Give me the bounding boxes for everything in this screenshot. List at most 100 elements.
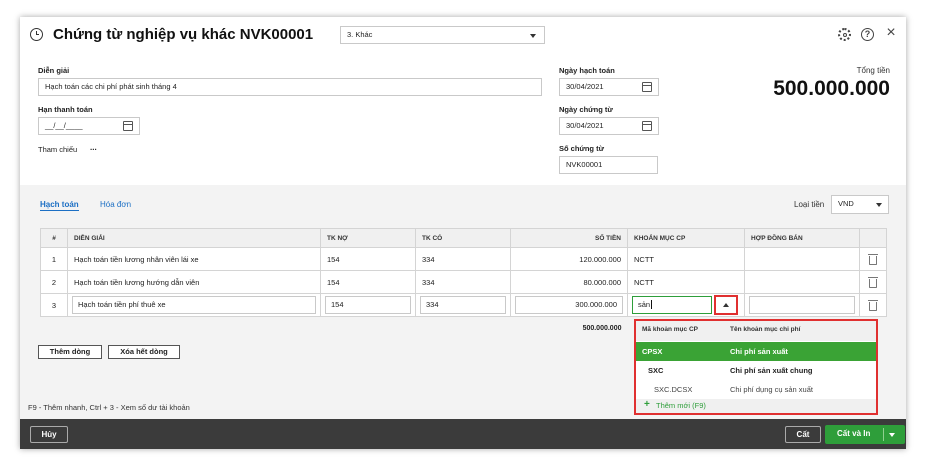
ngay-chung-tu-input[interactable]: 30/04/2021	[559, 117, 659, 135]
tab-hoa-don[interactable]: Hóa đơn	[100, 200, 131, 209]
dien-giai-label: Diễn giải	[38, 66, 70, 75]
row-hop-dong[interactable]	[744, 247, 860, 271]
history-icon[interactable]	[30, 28, 43, 41]
so-chung-tu-input[interactable]: NVK00001	[559, 156, 658, 174]
khoan-muc-typed-value: sản	[638, 300, 651, 309]
currency-select[interactable]: VND	[831, 195, 889, 214]
ngay-hach-toan-value: 30/04/2021	[566, 82, 604, 91]
chevron-up-icon	[723, 303, 729, 307]
row-number: 3	[40, 293, 68, 317]
save-button[interactable]: Cất	[785, 426, 821, 443]
dien-giai-input[interactable]: Hạch toán các chi phí phát sinh tháng 4	[38, 78, 542, 96]
calendar-icon[interactable]	[123, 121, 133, 131]
col-header-no: #	[40, 228, 68, 248]
clear-rows-button[interactable]: Xóa hết dòng	[108, 345, 180, 359]
col-header-khoan-muc[interactable]: KHOẢN MỤC CP	[627, 228, 745, 248]
row-tk-co[interactable]: 334	[415, 270, 511, 294]
col-header-tk-no[interactable]: TK NỢ	[320, 228, 416, 248]
trash-icon[interactable]	[868, 300, 878, 311]
row-dien-giai-input[interactable]: Hạch toán tiền phí thuê xe	[72, 296, 316, 314]
dropdown-item-selected[interactable]: CPSX Chi phí sản xuất	[636, 342, 876, 361]
col-header-dien-giai[interactable]: DIỄN GIẢI	[67, 228, 321, 248]
row-so-tien-input[interactable]: 300.000.000	[515, 296, 623, 314]
item-name: Chi phí sản xuất	[730, 347, 788, 356]
han-thanh-toan-label: Hạn thanh toán	[38, 105, 93, 114]
add-row-button[interactable]: Thêm dòng	[38, 345, 102, 359]
trash-icon[interactable]	[868, 254, 878, 265]
row-tk-co-input[interactable]: 334	[420, 296, 506, 314]
tong-tien-value: 500.000.000	[773, 77, 890, 100]
row-dien-giai[interactable]: Hạch toán tiền lương nhân viên lái xe	[67, 247, 321, 271]
table-row[interactable]: 2 Hạch toán tiền lương hướng dẫn viên 15…	[40, 270, 887, 294]
calendar-icon[interactable]	[642, 121, 652, 131]
row-so-tien[interactable]: 80.000.000	[510, 270, 628, 294]
cancel-button[interactable]: Hủy	[30, 426, 68, 443]
row-number: 2	[40, 270, 68, 294]
dropdown-col-code: Mã khoản mục CP	[642, 326, 698, 333]
row-tk-no[interactable]: 154	[320, 270, 416, 294]
row-so-tien[interactable]: 120.000.000	[510, 247, 628, 271]
calendar-icon[interactable]	[642, 82, 652, 92]
item-code: CPSX	[642, 347, 663, 356]
row-hop-dong[interactable]	[744, 270, 860, 294]
row-khoan-muc-input[interactable]: sản	[632, 296, 712, 314]
dropdown-col-name: Tên khoản mục chi phí	[730, 326, 801, 333]
voucher-type-value: 3. Khác	[347, 30, 373, 39]
chevron-down-icon[interactable]	[889, 433, 895, 437]
row-tk-no[interactable]: 154	[320, 247, 416, 271]
item-name: Chi phí dụng cụ sản xuất	[730, 385, 813, 394]
dropdown-item[interactable]: SXC.DCSX Chi phí dụng cụ sản xuất	[636, 380, 876, 399]
save-and-print-button[interactable]: Cất và In	[825, 425, 905, 444]
plus-icon: +	[644, 399, 650, 410]
row-delete-cell	[859, 293, 887, 317]
total-value: 500.000.000	[510, 316, 628, 340]
dropdown-add-new[interactable]: + Thêm mới (F9)	[636, 399, 876, 413]
tab-hach-toan[interactable]: Hạch toán	[40, 200, 79, 211]
item-name: Chi phí sản xuất chung	[730, 366, 813, 375]
voucher-window: Chứng từ nghiệp vụ khác NVK00001 3. Khác…	[20, 17, 906, 449]
trash-icon[interactable]	[868, 277, 878, 288]
chevron-down-icon	[876, 203, 882, 207]
tong-tien-label: Tổng tiền	[856, 66, 890, 75]
row-khoan-muc[interactable]: NCTT	[627, 247, 745, 271]
item-code: SXC.DCSX	[654, 385, 693, 394]
col-header-hop-dong[interactable]: HỢP ĐỒNG BÁN	[744, 228, 860, 248]
row-delete-cell	[859, 247, 887, 271]
add-new-label: Thêm mới (F9)	[656, 401, 706, 410]
khoan-muc-dropdown-toggle[interactable]	[714, 295, 738, 315]
chevron-down-icon	[530, 34, 536, 38]
row-tk-no-input[interactable]: 154	[325, 296, 411, 314]
col-header-so-tien[interactable]: SỐ TIỀN	[510, 228, 628, 248]
row-hop-dong-input[interactable]	[749, 296, 855, 314]
tham-chieu-more-button[interactable]: ...	[90, 143, 97, 152]
ngay-hach-toan-input[interactable]: 30/04/2021	[559, 78, 659, 96]
item-code: SXC	[648, 366, 664, 375]
so-chung-tu-label: Số chứng từ	[559, 144, 605, 153]
grid-header-row: # DIỄN GIẢI TK NỢ TK CÓ SỐ TIỀN KHOẢN MỤ…	[40, 228, 887, 248]
row-tk-co[interactable]: 334	[415, 247, 511, 271]
ngay-chung-tu-value: 30/04/2021	[566, 121, 604, 130]
row-khoan-muc[interactable]: NCTT	[627, 270, 745, 294]
han-thanh-toan-input[interactable]: __/__/____	[38, 117, 140, 135]
ngay-hach-toan-label: Ngày hạch toán	[559, 66, 615, 75]
page-title: Chứng từ nghiệp vụ khác NVK00001	[53, 26, 314, 43]
bottom-toolbar: Hủy Cất Cất và In	[20, 419, 906, 449]
table-row-editing[interactable]: 3 Hạch toán tiền phí thuê xe 154 334 300…	[40, 293, 887, 317]
ngay-chung-tu-label: Ngày chứng từ	[559, 105, 613, 114]
help-icon[interactable]: ?	[861, 28, 874, 41]
han-thanh-toan-value: __/__/____	[45, 121, 83, 130]
close-icon[interactable]: ×	[884, 25, 898, 41]
gear-icon[interactable]	[838, 28, 851, 41]
tham-chieu-label: Tham chiếu	[38, 145, 78, 154]
voucher-type-select[interactable]: 3. Khác	[340, 26, 545, 44]
save-and-print-label: Cất và In	[837, 429, 871, 438]
col-header-actions	[859, 228, 887, 248]
col-header-tk-co[interactable]: TK CÓ	[415, 228, 511, 248]
table-row[interactable]: 1 Hạch toán tiền lương nhân viên lái xe …	[40, 247, 887, 271]
khoan-muc-dropdown: Mã khoản mục CP Tên khoản mục chi phí CP…	[634, 319, 878, 415]
row-number: 1	[40, 247, 68, 271]
dropdown-item[interactable]: SXC Chi phí sản xuất chung	[636, 361, 876, 380]
footer-hint: F9 - Thêm nhanh, Ctrl + 3 - Xem số dư tà…	[28, 403, 190, 412]
row-dien-giai[interactable]: Hạch toán tiền lương hướng dẫn viên	[67, 270, 321, 294]
currency-value: VND	[838, 199, 854, 208]
